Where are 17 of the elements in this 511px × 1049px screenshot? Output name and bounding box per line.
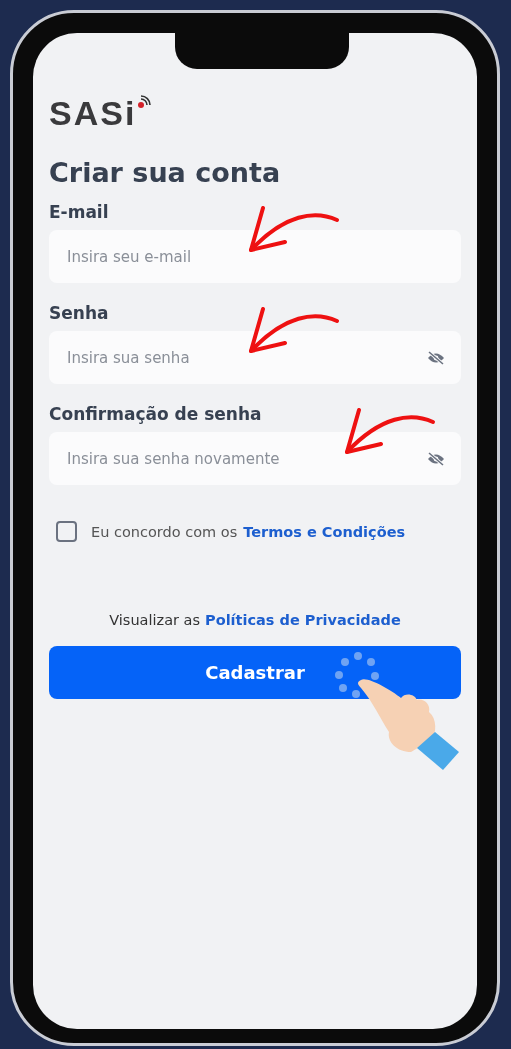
field-label: Senha bbox=[49, 303, 110, 323]
input-field[interactable]: Insira seu e-mail bbox=[49, 230, 461, 283]
eye-off-icon[interactable] bbox=[427, 351, 445, 365]
field-label: E-mail bbox=[49, 202, 110, 222]
input-field[interactable]: Insira sua senha novamente bbox=[49, 432, 461, 485]
page-title: Criar sua conta bbox=[49, 157, 282, 188]
eye-off-icon[interactable] bbox=[427, 452, 445, 466]
logo-text: SASi bbox=[49, 93, 137, 133]
privacy-link[interactable]: Políticas de Privacidade bbox=[205, 612, 401, 628]
signal-icon bbox=[137, 95, 152, 109]
field-label: Confirmação de senha bbox=[49, 404, 263, 424]
terms-link[interactable]: Termos e Condições bbox=[243, 523, 406, 540]
input-field[interactable]: Insira sua senha bbox=[49, 331, 461, 384]
submit-button[interactable]: Cadastrar bbox=[49, 646, 461, 699]
terms-text: Eu concordo com os bbox=[91, 523, 238, 540]
terms-checkbox[interactable] bbox=[56, 521, 77, 542]
privacy-text: Visualizar as bbox=[109, 612, 201, 628]
